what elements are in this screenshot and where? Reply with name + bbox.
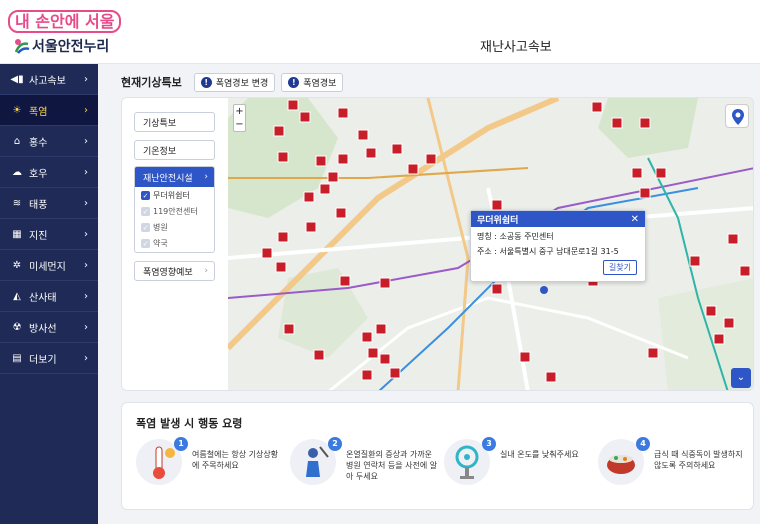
chevron-right-icon: › xyxy=(84,135,88,147)
alert-bar-title: 현재기상특보 xyxy=(121,76,182,89)
step-number: 4 xyxy=(636,437,650,451)
step-number: 2 xyxy=(328,437,342,451)
megaphone-icon: ◀▮ xyxy=(10,73,24,85)
action-text: 온열질환의 증상과 가까운 병원 연락처 등을 사전에 알아 두세요 xyxy=(346,450,438,481)
sidebar-item-landslide[interactable]: ◭ 산사태 › xyxy=(0,281,98,312)
map-card: 기상특보 기온정보 재난안전시설 › ✓ 무더위쉼터 ✓ 119안전센터 ✓ 병원 ✓ 약… xyxy=(121,97,754,391)
flood-icon: ⌂ xyxy=(13,135,21,147)
action-item: 3 실내 온도를 낮춰주세요 xyxy=(444,437,600,495)
my-location-button[interactable] xyxy=(725,104,749,128)
typhoon-icon: ≋ xyxy=(12,197,22,209)
chevron-right-icon: › xyxy=(84,228,88,240)
sun-icon: ☀ xyxy=(12,104,22,116)
zoom-control[interactable]: + − xyxy=(233,104,246,132)
sidebar-item-typhoon[interactable]: ≋ 태풍 › xyxy=(0,188,98,219)
popup-header: 무더위쉼터 ✕ xyxy=(471,211,645,227)
shelter-facility-header[interactable]: 재난안전시설 › xyxy=(135,167,214,187)
chevron-right-icon: › xyxy=(84,166,88,178)
action-text: 실내 온도를 낮춰주세요 xyxy=(500,450,579,459)
option-pharmacy[interactable]: ✓ 약국 xyxy=(135,236,214,251)
sidebar-item-heatwave[interactable]: ☀ 폭염 › xyxy=(0,95,98,126)
checkbox-icon: ✓ xyxy=(141,239,150,248)
action-item: 2 온열질환의 증상과 가까운 병원 연락처 등을 사전에 알아 두세요 xyxy=(290,437,446,495)
map-view[interactable]: + − ⌄ 무더위쉼터 ✕ 명칭 : 소공동 주민센터 주소 : 서울특별시 중구 … xyxy=(228,98,753,390)
sidebar: ◀▮ 사고속보 › ☀ 폭염 › ⌂ 홍수 › ☁ 호우 › ≋ 태풍 › ▦ 지진 › ✲ 미세먼지 › … xyxy=(0,64,98,524)
sidebar-item-flood[interactable]: ⌂ 홍수 › xyxy=(0,126,98,157)
alert-icon: ! xyxy=(288,76,300,88)
alert-icon: ! xyxy=(200,76,212,88)
zoom-out-button[interactable]: − xyxy=(234,118,245,131)
action-guide-title: 폭염 발생 시 행동 요령 xyxy=(136,417,243,430)
shelter-name: 명칭 : 소공동 주민센터 xyxy=(477,232,554,241)
rain-cloud-icon: ☁ xyxy=(12,166,22,178)
alert-bar: 현재기상특보 ! 폭염경보 변경 ! 폭염경보 xyxy=(121,72,344,92)
expand-map-button[interactable]: ⌄ xyxy=(731,368,751,388)
chevron-right-icon: › xyxy=(84,352,88,364)
sidebar-item-more[interactable]: ▤ 더보기 › xyxy=(0,343,98,374)
map-layer-panel: 기상특보 기온정보 재난안전시설 › ✓ 무더위쉼터 ✓ 119안전센터 ✓ 병원 ✓ 약… xyxy=(122,98,228,390)
chevron-right-icon: › xyxy=(84,290,88,302)
shelter-facility-group: 재난안전시설 › ✓ 무더위쉼터 ✓ 119안전센터 ✓ 병원 ✓ 약국 xyxy=(134,166,215,253)
location-pin-icon xyxy=(732,109,744,125)
action-text: 여름철에는 항상 기상상황에 주목하세요 xyxy=(192,450,279,470)
more-icon: ▤ xyxy=(12,352,22,364)
action-guide-card: 폭염 발생 시 행동 요령 1 여름철에는 항상 기상상황에 주목하세요 2 온… xyxy=(121,402,754,510)
sidebar-item-radiation[interactable]: ☢ 방사선 › xyxy=(0,312,98,343)
sidebar-item-accident[interactable]: ◀▮ 사고속보 › xyxy=(0,64,98,95)
option-cooling-shelter[interactable]: ✓ 무더위쉼터 xyxy=(135,188,214,203)
action-item: 1 여름철에는 항상 기상상황에 주목하세요 xyxy=(136,437,292,495)
directions-button[interactable]: 길찾기 xyxy=(602,260,637,275)
chevron-right-icon: › xyxy=(84,73,88,85)
checkbox-icon: ✓ xyxy=(141,207,150,216)
seoul-safety-logo[interactable]: 서울안전누리 xyxy=(14,36,109,56)
seoul-emblem-icon xyxy=(14,39,30,54)
sidebar-item-earthquake[interactable]: ▦ 지진 › xyxy=(0,219,98,250)
shelter-info-popup: 무더위쉼터 ✕ 명칭 : 소공동 주민센터 주소 : 서울특별시 중구 남대문로1… xyxy=(470,210,646,282)
action-item: 4 급식 때 식중독이 발생하지 않도록 주의하세요 xyxy=(598,437,754,495)
option-119-center[interactable]: ✓ 119안전센터 xyxy=(135,204,214,219)
page-title: 재난사고속보 xyxy=(480,40,552,55)
sidebar-item-fine-dust[interactable]: ✲ 미세먼지 › xyxy=(0,250,98,281)
chevron-right-icon: › xyxy=(84,104,88,116)
step-number: 1 xyxy=(174,437,188,451)
chevron-right-icon: › xyxy=(204,266,208,276)
radiation-icon: ☢ xyxy=(12,321,22,333)
close-icon[interactable]: ✕ xyxy=(631,214,639,225)
seoul-app-logo[interactable]: 내 손안에 서울 xyxy=(8,8,122,33)
step-number: 3 xyxy=(482,437,496,451)
heat-warning-button[interactable]: ! 폭염경보 xyxy=(281,72,344,92)
landslide-icon: ◭ xyxy=(13,290,21,302)
checkbox-checked-icon: ✓ xyxy=(141,191,150,200)
heat-impact-forecast-button[interactable]: 폭염영향예보 › xyxy=(134,261,215,281)
action-text: 급식 때 식중독이 발생하지 않도록 주의하세요 xyxy=(654,450,743,470)
chevron-right-icon: › xyxy=(204,172,208,182)
earthquake-icon: ▦ xyxy=(12,228,22,240)
temperature-info-button[interactable]: 기온정보 xyxy=(134,140,215,160)
weather-alert-button[interactable]: 기상특보 xyxy=(134,112,215,132)
chevron-right-icon: › xyxy=(84,197,88,209)
chevron-right-icon: › xyxy=(84,321,88,333)
shelter-address: 주소 : 서울특별시 중구 남대문로1길 31-5 xyxy=(477,247,619,256)
heat-warning-change-button[interactable]: ! 폭염경보 변경 xyxy=(193,72,276,92)
top-bar: 내 손안에 서울 서울안전누리 재난사고속보 xyxy=(0,0,760,64)
sidebar-item-heavy-rain[interactable]: ☁ 호우 › xyxy=(0,157,98,188)
zoom-in-button[interactable]: + xyxy=(234,105,245,118)
option-hospital[interactable]: ✓ 병원 xyxy=(135,220,214,235)
chevron-right-icon: › xyxy=(84,259,88,271)
checkbox-icon: ✓ xyxy=(141,223,150,232)
dust-icon: ✲ xyxy=(12,259,22,271)
